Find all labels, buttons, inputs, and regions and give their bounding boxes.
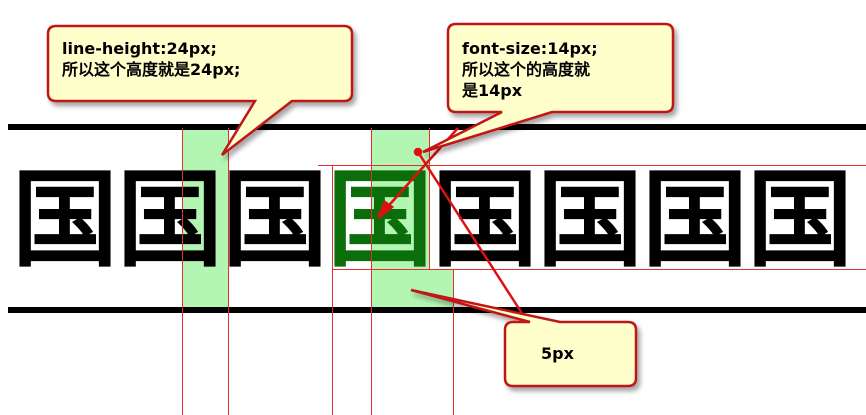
line-bottom-boundary (8, 307, 866, 313)
line-height-explanation: 所以这个高度就是24px; (62, 60, 241, 79)
glyph: 国 (12, 158, 118, 281)
glyph: 国 (747, 158, 853, 281)
glyph: 国 (537, 158, 643, 281)
highlighted-glyph: 国 (327, 158, 433, 281)
glyph: 国 (222, 158, 328, 281)
gap-value: 5px (541, 344, 574, 363)
font-size-explanation-2: 是14px (462, 81, 523, 100)
glyph: 国 (432, 158, 538, 281)
line-height-callout-text: line-height:24px; 所以这个高度就是24px; (62, 38, 240, 80)
font-size-callout-text: font-size:14px; 所以这个的高度就 是14px (462, 38, 598, 101)
gap-callout-text: 5px (541, 343, 574, 364)
glyph: 国 (117, 158, 223, 281)
line-top-boundary (8, 124, 866, 130)
glyph: 国 (642, 158, 748, 281)
line-height-rule: line-height:24px; (62, 39, 217, 58)
font-size-explanation-1: 所以这个的高度就 (462, 60, 591, 79)
font-size-rule: font-size:14px; (462, 39, 598, 58)
